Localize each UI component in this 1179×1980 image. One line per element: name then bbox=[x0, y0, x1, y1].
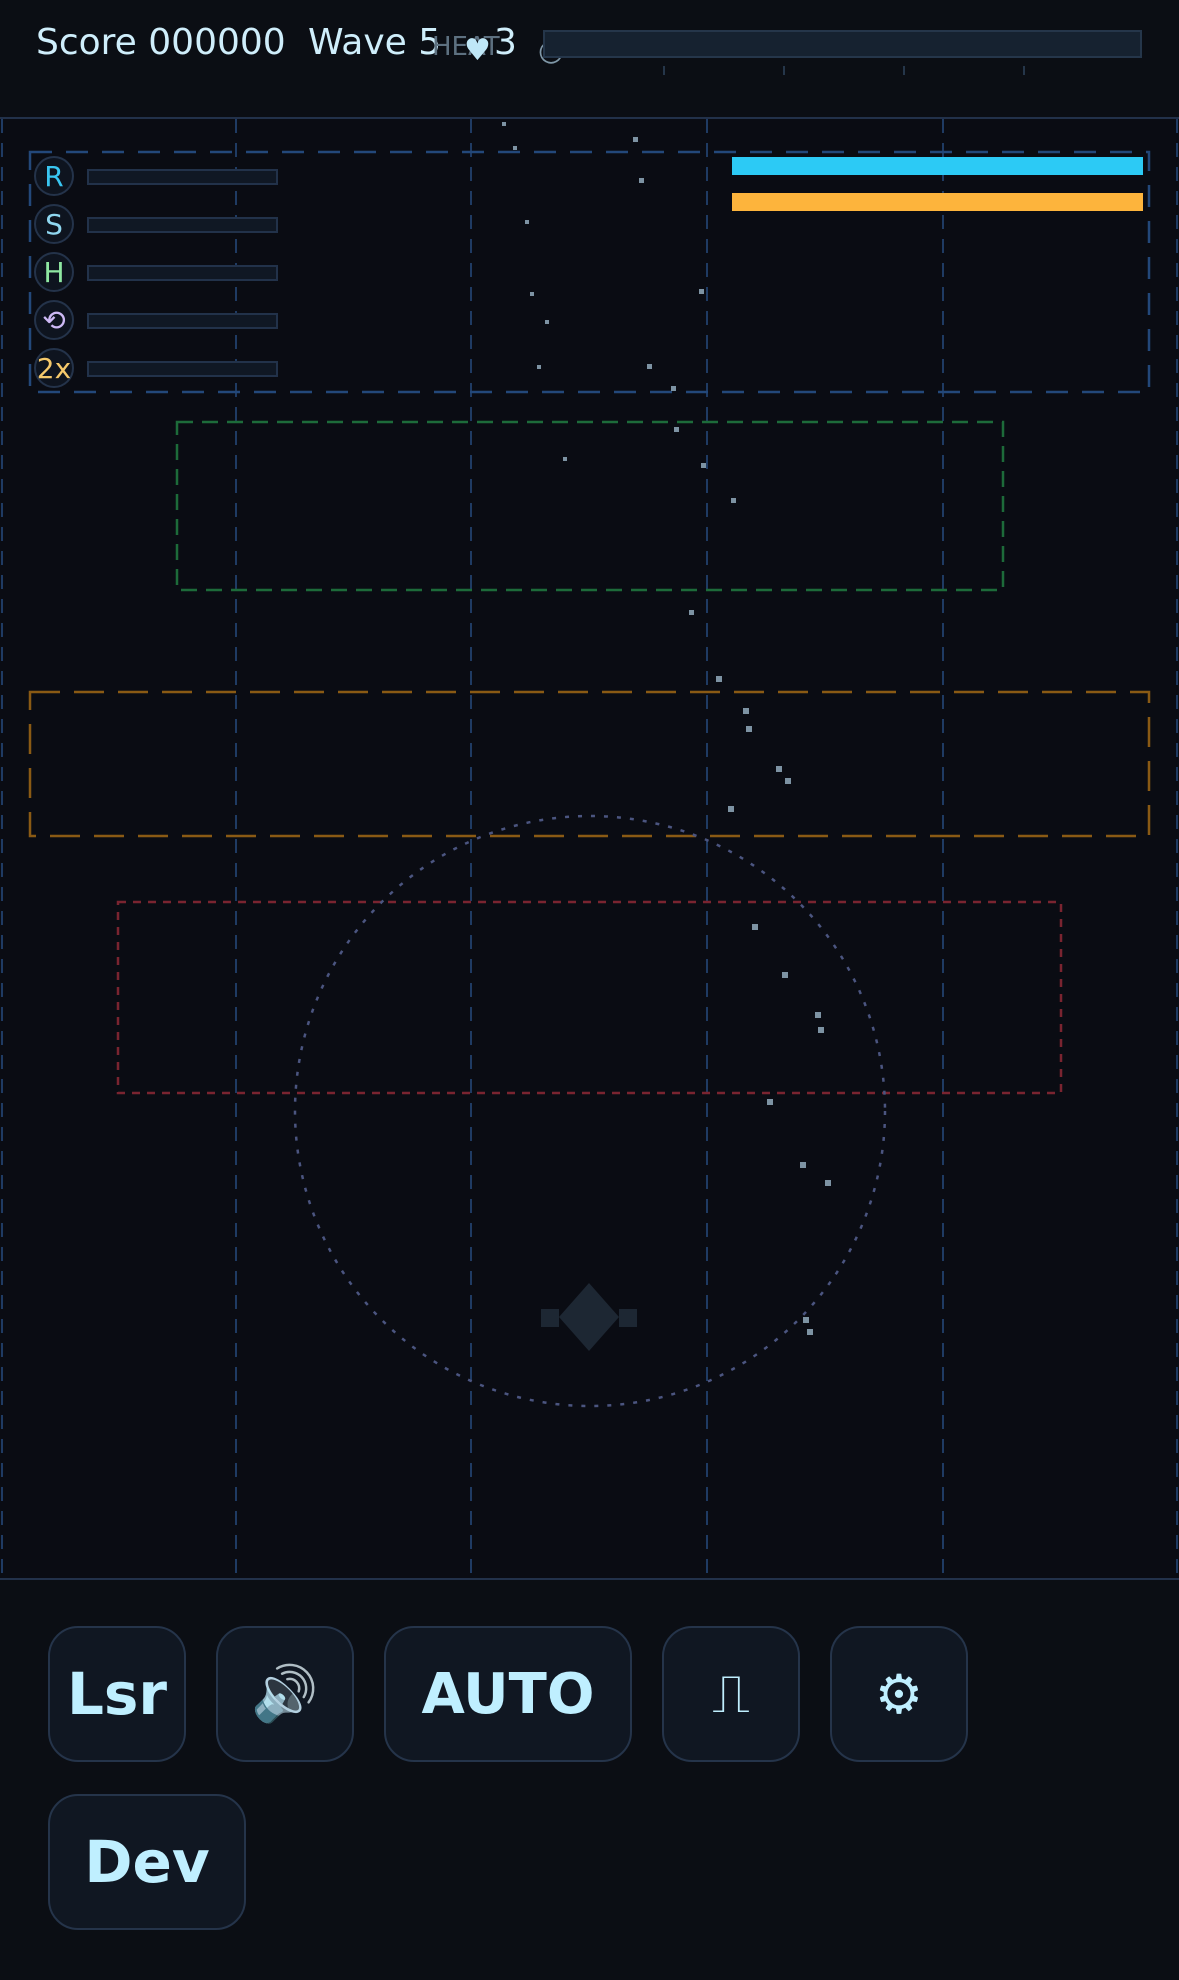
ship-hull bbox=[559, 1283, 619, 1351]
pulse-wave-icon: ⎍ bbox=[712, 1662, 750, 1725]
shield-bar-fill bbox=[732, 157, 1143, 175]
particle bbox=[639, 178, 644, 183]
particle bbox=[502, 122, 506, 126]
particle bbox=[825, 1180, 831, 1186]
sound-button[interactable]: 🔊 bbox=[216, 1626, 354, 1762]
particle bbox=[537, 365, 541, 369]
energy-bar bbox=[732, 193, 1143, 211]
heat-bar bbox=[543, 30, 1142, 58]
particle bbox=[647, 364, 652, 369]
powerup-meter bbox=[87, 217, 278, 233]
shield-bar bbox=[732, 157, 1143, 175]
particle bbox=[815, 1012, 821, 1018]
playfield-canvas bbox=[1, 119, 1178, 1578]
particle bbox=[563, 457, 567, 461]
particle bbox=[807, 1329, 813, 1335]
heat-tick bbox=[903, 66, 905, 75]
spawn-zone-red bbox=[116, 900, 1063, 1095]
heat-tick bbox=[1023, 66, 1025, 75]
speaker-icon: 🔊 bbox=[251, 1662, 319, 1725]
gear-icon: ⚙ bbox=[874, 1662, 924, 1726]
powerup-badge: R bbox=[34, 156, 74, 196]
particle bbox=[633, 137, 638, 142]
particle bbox=[699, 289, 704, 294]
particle bbox=[800, 1162, 806, 1168]
heart-icon: ♥ bbox=[464, 33, 491, 68]
particle bbox=[728, 806, 734, 812]
powerup-badge: S bbox=[34, 204, 74, 244]
wave-readout: Wave 5 bbox=[308, 22, 442, 63]
heat-tick bbox=[663, 66, 665, 75]
player-ship bbox=[541, 1283, 637, 1351]
particle bbox=[803, 1317, 809, 1323]
top-hud: Score 000000 Wave 5 HEAT ♥ 3 ◔ bbox=[0, 0, 1179, 100]
particle bbox=[767, 1099, 773, 1105]
powerup-badge: ⟲ bbox=[34, 300, 74, 340]
powerup-meter bbox=[87, 169, 278, 185]
particle bbox=[785, 778, 791, 784]
weapon-button[interactable]: Lsr bbox=[48, 1626, 186, 1762]
particle bbox=[776, 766, 782, 772]
powerup-meter bbox=[87, 361, 278, 377]
particle bbox=[746, 726, 752, 732]
lives-readout: 3 bbox=[494, 22, 517, 63]
particle bbox=[743, 708, 749, 714]
particle bbox=[674, 427, 679, 432]
particle bbox=[752, 924, 758, 930]
lane-grid bbox=[1, 119, 1178, 1578]
dev-button[interactable]: Dev bbox=[48, 1794, 246, 1930]
auto-fire-button[interactable]: AUTO bbox=[384, 1626, 632, 1762]
powerup-meter bbox=[87, 265, 278, 281]
ship-wing-left bbox=[541, 1309, 559, 1327]
particle bbox=[530, 292, 534, 296]
playfield[interactable]: R S H ⟲ 2x bbox=[0, 117, 1179, 1580]
particle bbox=[689, 610, 694, 615]
powerup-meter bbox=[87, 313, 278, 329]
particle bbox=[701, 463, 706, 468]
heat-tick bbox=[783, 66, 785, 75]
energy-bar-fill bbox=[732, 193, 1143, 211]
score-readout: Score 000000 bbox=[36, 22, 286, 63]
waveform-button[interactable]: ⎍ bbox=[662, 1626, 800, 1762]
particle bbox=[513, 146, 517, 150]
control-panel: Lsr 🔊 AUTO ⎍ ⚙ Dev bbox=[0, 1580, 1179, 1980]
particle bbox=[525, 220, 529, 224]
particle bbox=[545, 320, 549, 324]
powerup-badge: H bbox=[34, 252, 74, 292]
ship-wing-right bbox=[619, 1309, 637, 1327]
powerup-badge: 2x bbox=[34, 348, 74, 388]
settings-button[interactable]: ⚙ bbox=[830, 1626, 968, 1762]
particle bbox=[716, 676, 722, 682]
particle bbox=[671, 386, 676, 391]
particle bbox=[731, 498, 736, 503]
particle bbox=[782, 972, 788, 978]
particle bbox=[818, 1027, 824, 1033]
particle-field bbox=[502, 122, 831, 1335]
spawn-zone-orange bbox=[28, 690, 1151, 838]
spawn-zone-green bbox=[175, 420, 1005, 592]
